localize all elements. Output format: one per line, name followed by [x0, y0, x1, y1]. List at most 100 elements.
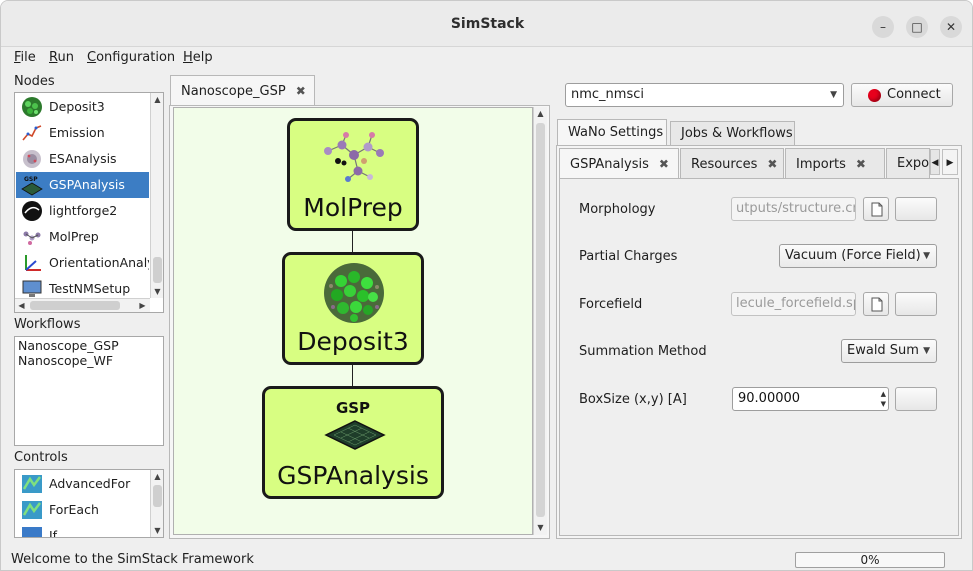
- status-message: Welcome to the SimStack Framework: [11, 552, 254, 567]
- morphology-extra-button[interactable]: [895, 197, 937, 221]
- tab-imports[interactable]: Imports ✖: [785, 148, 885, 178]
- scroll-down-icon[interactable]: ▼: [534, 521, 547, 534]
- gspanalysis-icon: GSP: [21, 176, 43, 196]
- progress-bar: 0%: [795, 552, 945, 568]
- chevron-down-icon: ▼: [923, 251, 930, 261]
- computer-icon: [22, 280, 42, 297]
- connection-line: [352, 364, 353, 388]
- scroll-up-icon[interactable]: ▲: [151, 93, 164, 106]
- menu-file[interactable]: File: [14, 47, 36, 69]
- tab-resources[interactable]: Resources ✖: [680, 148, 784, 178]
- chevron-down-icon: ▼: [923, 346, 930, 356]
- deposit3-icon: [22, 97, 42, 117]
- node-molprep[interactable]: MolPrep: [287, 118, 419, 231]
- spin-up-icon[interactable]: ▲: [881, 389, 886, 399]
- svg-text:GSP: GSP: [24, 176, 38, 183]
- close-tab-icon[interactable]: ✖: [856, 149, 866, 178]
- title-bar: SimStack – □ ✕: [1, 1, 972, 47]
- node-item-deposit3[interactable]: Deposit3: [16, 94, 149, 120]
- morphology-label: Morphology: [579, 202, 656, 217]
- node-deposit3[interactable]: Deposit3: [282, 252, 424, 365]
- scroll-up-icon[interactable]: ▲: [534, 107, 547, 120]
- if-icon: [22, 527, 42, 537]
- tab-export[interactable]: Expo: [886, 148, 930, 178]
- forcefield-field[interactable]: lecule_forcefield.spf: [731, 292, 856, 316]
- control-item-advancedfor[interactable]: AdvancedFor: [16, 471, 149, 497]
- controls-scrollbar[interactable]: ▲ ▼: [150, 470, 163, 537]
- canvas-scrollbar[interactable]: ▲ ▼: [533, 107, 547, 535]
- tab-jobs-workflows[interactable]: Jobs & Workflows: [670, 121, 795, 146]
- tab-scroll-right-icon[interactable]: ▶: [942, 149, 958, 175]
- close-tab-icon[interactable]: ✖: [296, 76, 306, 106]
- controls-title: Controls: [14, 450, 68, 465]
- tab-scroll-left-icon[interactable]: ◀: [930, 149, 940, 175]
- menu-run[interactable]: Run: [49, 47, 74, 69]
- status-dot-icon: [868, 89, 881, 102]
- chevron-down-icon: ▼: [830, 90, 837, 100]
- scroll-thumb[interactable]: [153, 485, 162, 507]
- spin-down-icon[interactable]: ▼: [881, 399, 886, 409]
- node-item-lightforge2[interactable]: lightforge2: [16, 198, 149, 224]
- workflow-item[interactable]: Nanoscope_WF: [18, 353, 113, 368]
- boxsize-spinbox[interactable]: 90.00000 ▲ ▼: [732, 387, 889, 411]
- close-tab-icon[interactable]: ✖: [659, 149, 669, 178]
- workflow-canvas[interactable]: MolPrep Deposit3 GSP GSPAnalysis: [173, 107, 533, 535]
- menu-help[interactable]: Help: [183, 47, 213, 69]
- scroll-down-icon[interactable]: ▼: [151, 285, 164, 298]
- server-select[interactable]: nmc_nmsci ▼: [565, 83, 844, 107]
- gsp-surface-icon: [324, 420, 386, 450]
- boxsize-extra-button[interactable]: [895, 387, 937, 411]
- controls-list: AdvancedFor ForEach If ▲ ▼: [14, 469, 164, 538]
- tab-wano-settings[interactable]: WaNo Settings: [557, 119, 667, 146]
- window-title: SimStack: [450, 16, 525, 32]
- node-item-molprep[interactable]: MolPrep: [16, 224, 149, 250]
- close-button[interactable]: ✕: [940, 16, 962, 38]
- menu-configuration[interactable]: Configuration: [87, 47, 175, 69]
- status-bar: Welcome to the SimStack Framework 0%: [1, 549, 972, 570]
- nodes-hscrollbar[interactable]: ◀ ▶: [15, 298, 150, 312]
- node-gspanalysis[interactable]: GSP GSPAnalysis: [262, 386, 444, 499]
- scroll-up-icon[interactable]: ▲: [151, 470, 163, 483]
- esanalysis-icon: [23, 150, 41, 168]
- node-item-gspanalysis[interactable]: GSP GSPAnalysis: [16, 172, 149, 198]
- workflow-item[interactable]: Nanoscope_GSP: [18, 338, 119, 353]
- molecule-icon: [324, 132, 384, 182]
- nodes-list: Deposit3 Emission ESAnalysis GSP GSPAnal…: [14, 92, 164, 313]
- scroll-right-icon[interactable]: ▶: [136, 299, 149, 312]
- lightforge2-icon: [22, 201, 42, 221]
- close-tab-icon[interactable]: ✖: [767, 149, 777, 178]
- nodes-title: Nodes: [14, 74, 55, 89]
- summation-select[interactable]: Ewald Sum ▼: [841, 339, 937, 363]
- node-label: GSPAnalysis: [277, 461, 429, 490]
- morphology-field[interactable]: utputs/structure.cml: [731, 197, 856, 221]
- tab-gspanalysis[interactable]: GSPAnalysis ✖: [559, 148, 679, 178]
- workflows-title: Workflows: [14, 317, 81, 332]
- gsp-badge: GSP: [335, 399, 371, 417]
- browse-file-button[interactable]: [863, 292, 889, 316]
- workflows-list: Nanoscope_GSP Nanoscope_WF: [14, 336, 164, 446]
- minimize-button[interactable]: –: [872, 16, 894, 38]
- emission-icon: [22, 125, 42, 141]
- summation-label: Summation Method: [579, 344, 707, 359]
- scroll-thumb[interactable]: [153, 257, 162, 283]
- forcefield-extra-button[interactable]: [895, 292, 937, 316]
- partial-charges-select[interactable]: Vacuum (Force Field) ▼: [779, 244, 937, 268]
- node-item-esanalysis[interactable]: ESAnalysis: [16, 146, 149, 172]
- hscroll-thumb[interactable]: [30, 301, 120, 310]
- orientation-icon: [25, 255, 41, 271]
- connect-button[interactable]: Connect: [851, 83, 953, 107]
- scroll-down-icon[interactable]: ▼: [151, 524, 163, 537]
- scroll-thumb[interactable]: [536, 123, 545, 517]
- scroll-left-icon[interactable]: ◀: [15, 299, 28, 312]
- nodes-scrollbar[interactable]: ▲ ▼: [150, 93, 163, 298]
- partial-charges-label: Partial Charges: [579, 249, 678, 264]
- control-item-foreach[interactable]: ForEach: [16, 497, 149, 523]
- control-item-if[interactable]: If: [16, 523, 149, 537]
- node-item-orientationanaly[interactable]: OrientationAnaly: [16, 250, 149, 276]
- browse-file-button[interactable]: [863, 197, 889, 221]
- node-item-emission[interactable]: Emission: [16, 120, 149, 146]
- maximize-button[interactable]: □: [906, 16, 928, 38]
- tab-nanoscope-gsp[interactable]: Nanoscope_GSP ✖: [170, 75, 315, 106]
- app-window: SimStack – □ ✕ File Run Configuration He…: [0, 0, 973, 571]
- forcefield-label: Forcefield: [579, 297, 643, 312]
